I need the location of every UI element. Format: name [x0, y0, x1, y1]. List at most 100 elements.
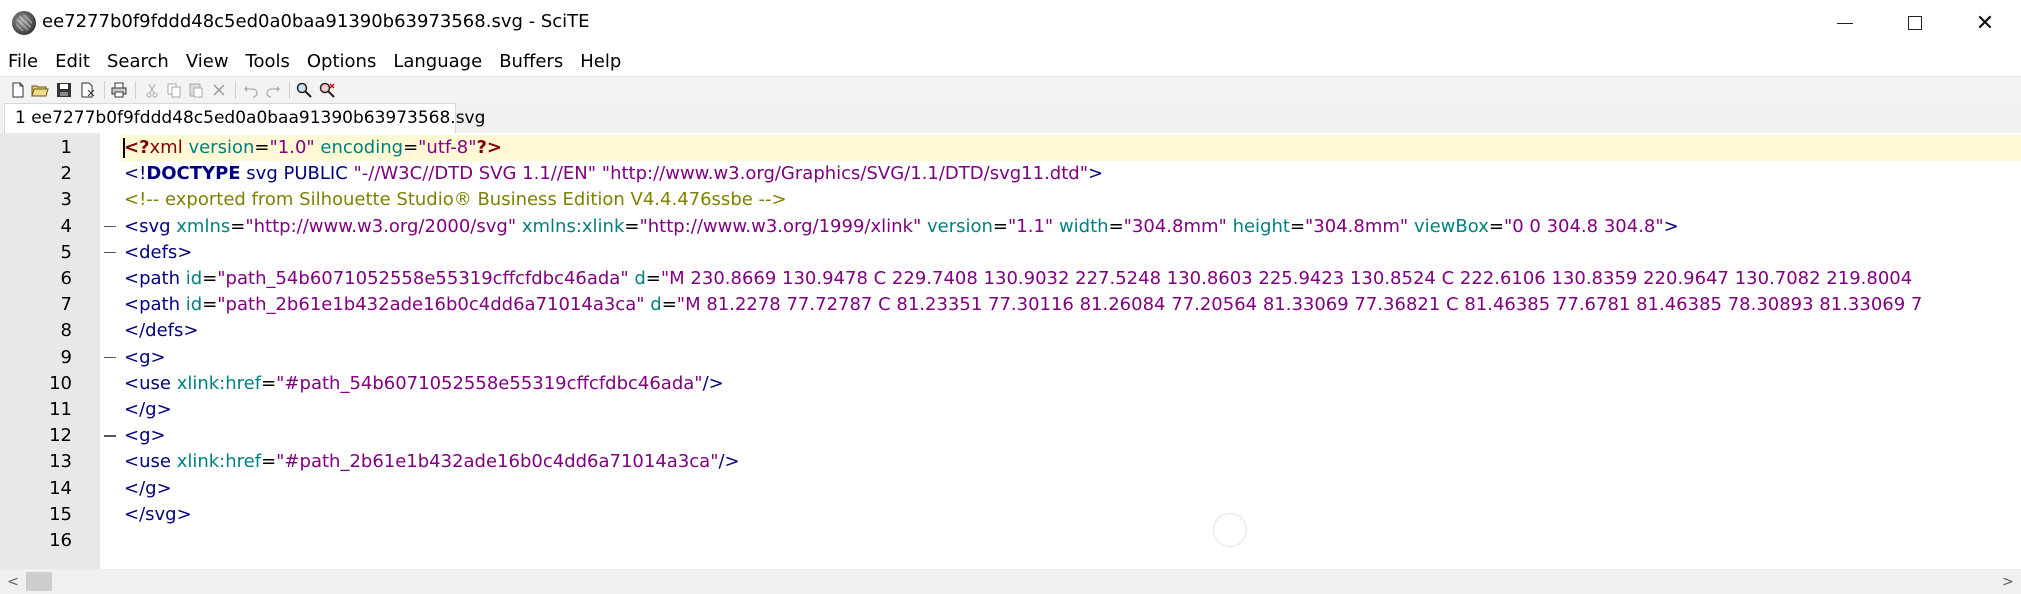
save-icon[interactable] — [55, 81, 73, 99]
menu-buffers[interactable]: Buffers — [491, 51, 572, 72]
code-token: = — [1289, 215, 1306, 237]
paste-icon[interactable] — [187, 81, 205, 99]
code-text[interactable]: <defs> — [124, 240, 192, 266]
fold-marker-icon[interactable] — [104, 251, 116, 254]
code-token: = — [230, 215, 246, 237]
code-editor[interactable]: 1 <?xml version="1.0" encoding="utf-8"?> 2… — [0, 133, 2021, 569]
delete-icon[interactable] — [210, 81, 228, 99]
code-token: id — [185, 268, 203, 289]
minimize-icon — [1837, 22, 1853, 24]
line-number: 15 — [49, 503, 72, 525]
line-number: 1 — [60, 137, 72, 158]
line-number: 10 — [49, 372, 72, 394]
scroll-right-arrow-icon[interactable]: > — [1995, 569, 2021, 594]
code-line[interactable]: 3 <!-- exported from Silhouette Studio® B… — [0, 187, 2021, 213]
code-text[interactable]: </g> — [124, 397, 172, 423]
save-as-icon[interactable] — [79, 81, 97, 99]
code-line[interactable]: 16 — [0, 528, 2021, 554]
tab-file[interactable]: 1 ee7277b0f9fddd48c5ed0a0baa91390b639735… — [4, 103, 485, 133]
code-text[interactable]: <use xlink:href="#path_54b6071052558e553… — [124, 371, 724, 397]
scite-app-icon[interactable] — [12, 11, 36, 35]
code-line[interactable]: 14 </g> — [0, 476, 2021, 502]
code-token: = — [261, 372, 277, 394]
code-line[interactable]: 11 </g> — [0, 397, 2021, 423]
code-text[interactable]: <!DOCTYPE svg PUBLIC "-//W3C//DTD SVG 1.… — [124, 161, 1103, 187]
maximize-button[interactable] — [1880, 0, 1950, 46]
code-token: d — [634, 268, 646, 289]
code-token: = — [645, 268, 661, 289]
menu-bar: File Edit Search View Tools Options Language Bu… — [0, 46, 2021, 76]
menu-help[interactable]: Help — [572, 51, 630, 72]
code-line[interactable]: 1 <?xml version="1.0" encoding="utf-8"?> — [0, 135, 2021, 161]
menu-view[interactable]: View — [178, 51, 238, 72]
minimize-button[interactable] — [1810, 0, 1880, 46]
code-text[interactable]: <!-- exported from Silhouette Studio® Bu… — [124, 187, 787, 213]
code-token: "#path_54b6071052558e55319cffcfdbc46ada" — [276, 372, 703, 394]
code-text[interactable]: <g> — [124, 345, 166, 371]
code-token: "304.8mm" — [1123, 215, 1227, 237]
code-line[interactable]: 4 <svg xmlns="http://www.w3.org/2000/svg"… — [0, 214, 2021, 240]
code-token: <svg — [124, 215, 171, 237]
menu-file[interactable]: File — [0, 51, 47, 72]
close-button[interactable]: ✕ — [1950, 0, 2020, 46]
fold-marker-icon[interactable] — [104, 356, 116, 359]
horizontal-scrollbar[interactable]: < > — [0, 569, 2021, 594]
maximize-icon — [1908, 16, 1922, 30]
code-token: ?> — [476, 137, 503, 158]
code-text[interactable]: </g> — [124, 476, 172, 502]
code-text[interactable]: </defs> — [124, 318, 198, 344]
toolbar-separator — [135, 81, 136, 99]
menu-edit[interactable]: Edit — [47, 51, 99, 72]
code-line[interactable]: 12 <g> — [0, 423, 2021, 449]
open-folder-icon[interactable] — [31, 81, 49, 99]
toolbar-separator — [235, 81, 236, 99]
code-line[interactable]: 8 </defs> — [0, 318, 2021, 344]
code-token: "M 81.2278 77.72787 C 81.23351 77.30116 … — [676, 294, 1923, 316]
line-number: 16 — [49, 530, 72, 551]
code-line[interactable]: 2 <!DOCTYPE svg PUBLIC "-//W3C//DTD SVG 1… — [0, 161, 2021, 187]
menu-options[interactable]: Options — [299, 51, 385, 72]
scroll-left-arrow-icon[interactable]: < — [0, 569, 26, 594]
menu-language[interactable]: Language — [385, 51, 491, 72]
code-line[interactable]: 9 <g> — [0, 345, 2021, 371]
code-line[interactable]: 13 <use xlink:href="#path_2b61e1b432ade16… — [0, 449, 2021, 475]
code-token: "0 0 304.8 304.8" — [1503, 215, 1664, 237]
code-token: = — [624, 215, 640, 237]
code-text[interactable]: <use xlink:href="#path_2b61e1b432ade16b0… — [124, 449, 740, 475]
replace-icon[interactable] — [318, 81, 336, 99]
code-token: "http://www.w3.org/2000/svg" — [245, 215, 517, 237]
code-token: <g> — [124, 425, 166, 447]
redo-icon[interactable] — [264, 81, 282, 99]
print-icon[interactable] — [110, 81, 128, 99]
code-line[interactable]: 10 <use xlink:href="#path_54b6071052558e5… — [0, 371, 2021, 397]
code-line[interactable]: 7 <path id="path_2b61e1b432ade16b0c4dd6a7… — [0, 292, 2021, 318]
code-token: "#path_2b61e1b432ade16b0c4dd6a71014a3ca" — [276, 451, 719, 473]
code-line[interactable]: 6 <path id="path_54b6071052558e55319cffcf… — [0, 266, 2021, 292]
fold-marker-icon[interactable] — [104, 435, 116, 437]
code-text[interactable]: <path id="path_2b61e1b432ade16b0c4dd6a71… — [124, 292, 1922, 318]
code-text[interactable]: <?xml version="1.0" encoding="utf-8"?> — [124, 135, 502, 161]
code-token: <g> — [124, 346, 166, 368]
scrollbar-thumb[interactable] — [26, 572, 52, 591]
find-icon[interactable] — [295, 81, 313, 99]
code-text[interactable]: <g> — [124, 423, 166, 449]
code-token: version — [188, 137, 255, 158]
undo-icon[interactable] — [242, 81, 260, 99]
code-line[interactable]: 15 </svg> — [0, 502, 2021, 528]
code-token: = — [1488, 215, 1504, 237]
menu-tools[interactable]: Tools — [238, 51, 299, 72]
code-token: > — [1663, 215, 1679, 237]
new-file-icon[interactable] — [9, 81, 27, 99]
code-token: height — [1232, 215, 1290, 237]
code-line[interactable]: 5 <defs> — [0, 240, 2021, 266]
code-text[interactable]: <svg xmlns="http://www.w3.org/2000/svg" … — [124, 214, 1679, 240]
menu-search[interactable]: Search — [99, 51, 178, 72]
code-text[interactable]: </svg> — [124, 502, 192, 528]
code-token: > — [1087, 163, 1104, 185]
code-token: encoding — [320, 137, 404, 158]
code-token: "http://www.w3.org/1999/xlink" — [639, 215, 922, 237]
copy-icon[interactable] — [165, 81, 183, 99]
code-text[interactable]: <path id="path_54b6071052558e55319cffcfd… — [124, 266, 1918, 292]
fold-marker-icon[interactable] — [104, 225, 116, 228]
cut-icon[interactable] — [143, 81, 161, 99]
